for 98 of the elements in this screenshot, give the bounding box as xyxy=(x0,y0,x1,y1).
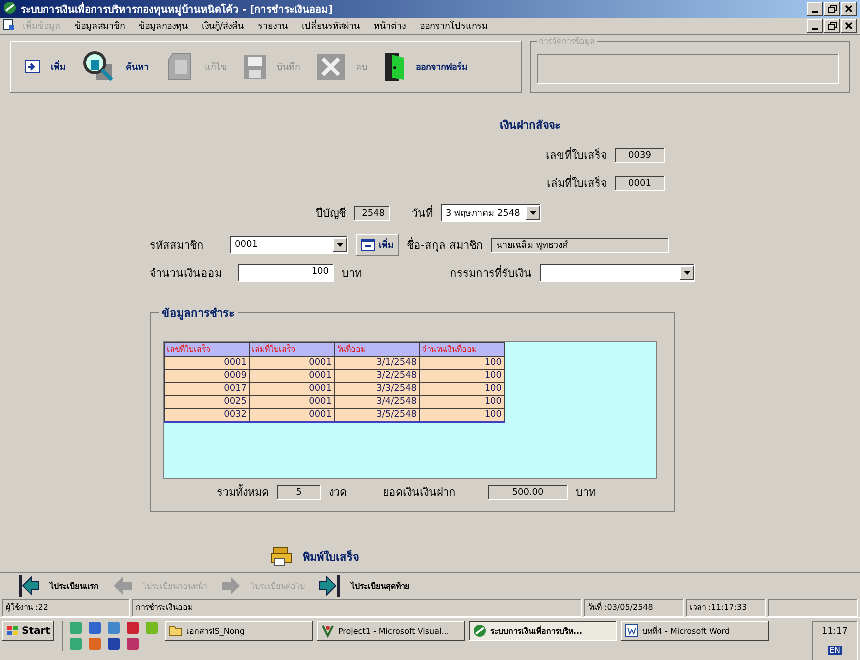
table-cell: 3/5/2548 xyxy=(334,408,420,422)
left-arrow-icon xyxy=(113,576,133,596)
text-field[interactable]: นายเฉลิม พุทธวงศ์ xyxy=(491,238,670,252)
close-icon xyxy=(845,22,853,30)
table-cell: 3/3/2548 xyxy=(334,382,420,396)
status-text: วันที่ :03/05/2548 xyxy=(584,599,684,617)
table-cell: 0001 xyxy=(250,408,334,422)
close-button[interactable] xyxy=(841,2,857,16)
table-cell: 0001 xyxy=(164,356,250,370)
field-label: ยอดเงินเงินฝาก xyxy=(383,485,456,501)
right-arrow-icon xyxy=(221,576,241,596)
field-label: กรรมการที่รับเงิน xyxy=(450,264,532,282)
table-cell: 0009 xyxy=(164,370,250,382)
app-icon xyxy=(473,624,488,638)
table-cell: 0001 xyxy=(250,356,334,370)
restore-button[interactable] xyxy=(824,19,840,33)
menu-item[interactable]: รายงาน xyxy=(252,19,294,33)
field-label: ชื่อ-สกุล สมาชิก xyxy=(407,236,484,254)
taskbar-button[interactable]: ระบบการเงินเพื่อการบริห... xyxy=(469,621,618,641)
clock-text: 11:17 xyxy=(822,626,848,637)
table-cell: 3/4/2548 xyxy=(334,396,420,408)
menu-item[interactable]: หน้าต่าง xyxy=(368,19,412,33)
table-cell: 100 xyxy=(420,382,504,396)
windows-logo-icon xyxy=(6,625,20,637)
window-icon xyxy=(361,239,375,251)
add-button[interactable]: เพิ่ม xyxy=(356,234,399,256)
text-field[interactable]: 0001 xyxy=(615,176,665,190)
document-icon xyxy=(3,18,15,34)
dropdown[interactable] xyxy=(540,264,695,282)
window-title: ระบบการเงินเพื่อการบริหารกองทุนหมู่บ้านหนิดโค้ว - [การชำระเงินออม] xyxy=(21,2,334,16)
field-label: ปีบัญชี xyxy=(316,206,346,222)
table-cell: 100 xyxy=(420,408,504,422)
last-arrow-icon xyxy=(319,574,341,598)
printer-icon xyxy=(271,547,293,567)
folder-icon xyxy=(169,625,184,637)
restore-button[interactable] xyxy=(824,2,840,16)
field-label: บาท xyxy=(342,266,362,282)
field-label: บาท xyxy=(576,485,596,501)
document-icon xyxy=(625,624,640,638)
table-cell: 3/2/2548 xyxy=(334,370,420,382)
field-label: รหัสสมาชิก xyxy=(150,238,204,254)
arrow-box-icon xyxy=(25,60,41,74)
field-label: เล่มที่ใบเสร็จ xyxy=(547,174,607,192)
text-field[interactable]: 0039 xyxy=(615,148,665,162)
menu-item[interactable]: เงินกู้/ส่งคืน xyxy=(196,19,250,33)
close-icon xyxy=(845,5,853,13)
field-label: รวมทั้งหมด xyxy=(217,484,269,501)
taskbar-button[interactable]: เอกสารIS_Nong xyxy=(165,621,314,641)
text-field[interactable]: 2548 xyxy=(354,206,390,220)
table-cell: 0025 xyxy=(164,396,250,408)
minimize-button[interactable] xyxy=(807,19,823,33)
table-cell: 100 xyxy=(420,356,504,370)
toolbar-button[interactable]: ค้นหา xyxy=(78,50,153,84)
table-cell: 100 xyxy=(420,370,504,382)
field-label: วันที่ xyxy=(412,204,433,222)
close-button[interactable] xyxy=(841,19,857,33)
taskbar-button[interactable]: บทที่4 - Microsoft Word xyxy=(621,621,770,641)
table-cell: 100 xyxy=(420,396,504,408)
cross-icon xyxy=(316,53,346,81)
table-cell: 0001 xyxy=(250,370,334,382)
nav-button[interactable]: ไประเบียนสุดท้าย xyxy=(315,574,414,598)
table-cell: 0001 xyxy=(250,382,334,396)
caret-icon xyxy=(333,238,347,252)
start-button[interactable]: Start xyxy=(2,621,54,641)
toolbar-button[interactable]: เพิ่ม xyxy=(21,60,70,74)
dropdown[interactable]: 0001 xyxy=(230,236,348,254)
menu-item[interactable]: เปลี่ยนรหัสผ่าน xyxy=(296,19,366,33)
text-field[interactable]: 500.00 xyxy=(488,484,568,500)
caret-icon xyxy=(526,206,540,220)
text-field[interactable]: 5 xyxy=(277,484,321,500)
table-cell: 0017 xyxy=(164,382,250,396)
nav-button[interactable]: ไประเบียนแรก xyxy=(14,574,103,598)
search-icon xyxy=(82,50,116,84)
first-arrow-icon xyxy=(18,574,40,598)
menu-item[interactable]: ข้อมูลกองทุน xyxy=(133,19,194,33)
print-button[interactable]: พิมพ์ใบเสร็จ xyxy=(265,546,365,568)
form-title: เงินฝากสัจจะ xyxy=(500,118,562,132)
text-field[interactable] xyxy=(537,54,839,84)
field-label: จำนวนเงินออม xyxy=(150,266,222,282)
table-cell: 3/1/2548 xyxy=(334,356,420,370)
program-icon xyxy=(321,624,336,638)
status-text: เวลา :11:17:33 xyxy=(686,599,766,617)
taskbar-button[interactable]: Project1 - Microsoft Visual... xyxy=(317,621,466,641)
field-label: เลขที่ใบเสร็จ xyxy=(546,146,607,164)
table-cell: 0001 xyxy=(250,396,334,408)
toolbar-button[interactable]: ออกจากฟอร์ม xyxy=(380,52,472,82)
language-indicator[interactable]: EN xyxy=(828,646,842,656)
table-cell: 0032 xyxy=(164,408,250,422)
dropdown[interactable]: 3 พฤษภาคม 2548 xyxy=(441,204,541,222)
text-field[interactable]: 100 xyxy=(238,264,334,282)
menu-item[interactable]: ออกจากโปรแกรม xyxy=(414,19,494,33)
minimize-button[interactable] xyxy=(807,2,823,16)
status-text: การชำระเงินออม xyxy=(132,599,582,617)
door-icon xyxy=(384,52,406,82)
menu-item[interactable]: ข้อมูลสมาชิก xyxy=(69,19,131,33)
field-label: งวด xyxy=(329,485,347,501)
caret-icon xyxy=(680,266,694,280)
status-text: ผู้ใช้งาน :22 xyxy=(2,599,130,617)
